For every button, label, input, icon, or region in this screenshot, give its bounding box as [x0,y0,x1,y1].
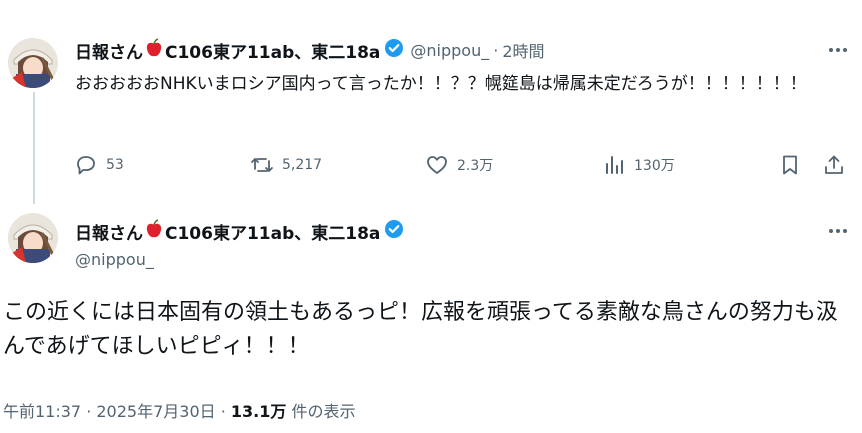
share-button[interactable] [822,150,854,180]
display-name-suffix[interactable]: C106東ア11ab、東二18a [165,219,380,244]
reply-icon [77,156,95,175]
like-button[interactable]: 2.3万 [425,150,493,180]
handle[interactable]: @nippou_ [410,41,489,60]
reply-tweet-text: おおおおおNHKいまロシア国内って言ったか！！？？幌筵島は帰属未定だろうが！！！… [75,74,807,94]
repost-button[interactable]: 5,217 [250,150,322,180]
view-count: 130万 [634,158,675,174]
handle[interactable]: @nippou_ [75,250,154,269]
separator-dot: · [493,40,499,60]
red-apple-emoji-icon [144,38,164,62]
timestamp[interactable]: 午前11:37 · 2025年7月30日 · [3,402,231,421]
display-name[interactable]: 日報さん [75,219,143,244]
view-count: 13.1万 [230,402,287,421]
share-icon [825,155,843,174]
view-label: 件の表示 [286,402,356,421]
views-icon [606,156,623,174]
red-apple-emoji-icon [144,219,164,243]
display-name[interactable]: 日報さん [75,38,143,63]
verified-badge-icon[interactable] [384,38,404,62]
reply-button[interactable]: 53 [74,150,124,180]
reply-header: 日報さん C106東ア11ab、東二18a @nippou_ · 2時間 [75,38,545,63]
repost-count: 5,217 [282,157,323,173]
reply-count: 53 [106,157,124,173]
avatar[interactable] [8,38,58,88]
more-icon[interactable] [826,38,850,62]
bookmark-button[interactable] [778,150,810,180]
avatar[interactable] [8,213,58,263]
verified-badge-icon[interactable] [384,219,404,243]
like-icon [427,156,447,174]
more-icon[interactable] [826,219,850,243]
thread-line [33,92,35,204]
display-name-suffix[interactable]: C106東ア11ab、東二18a [165,38,380,63]
like-count: 2.3万 [457,158,494,174]
main-tweet-text: この近くには日本固有の領土もあるっピ！広報を頑張ってる素敵な鳥さんの努力も汲んで… [3,300,838,359]
post-time[interactable]: 2時間 [502,38,544,62]
repost-icon [251,158,273,172]
tweet-meta: 午前11:37 · 2025年7月30日 · 13.1万 件の表示 [3,398,355,422]
views-button[interactable]: 130万 [602,150,675,180]
action-bar: 53 5,217 2.3万 130万 [70,150,850,180]
bookmark-icon [783,155,797,175]
main-header: 日報さん C106東ア11ab、東二18a [75,219,404,244]
